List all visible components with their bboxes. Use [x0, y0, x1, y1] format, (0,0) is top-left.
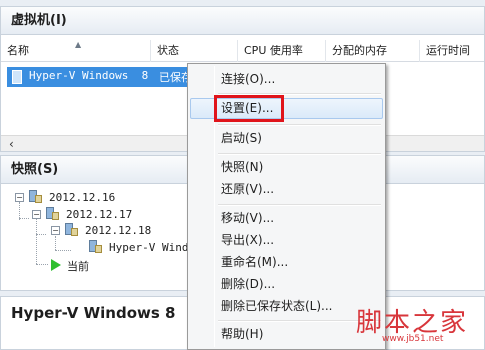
- virtual-machine-icon: [12, 70, 22, 84]
- tree-connector: [55, 236, 56, 250]
- menu-item-rename[interactable]: 重命名(M)...: [190, 252, 383, 273]
- vm-details-title: Hyper-V Windows 8: [11, 304, 176, 322]
- snapshot-icon: [65, 223, 79, 237]
- current-state-arrow-icon: [51, 259, 61, 271]
- column-header-state[interactable]: 状态: [151, 40, 238, 62]
- snapshot-icon: [89, 240, 103, 254]
- menu-item-connect[interactable]: 连接(O)...: [190, 69, 383, 90]
- column-header-cpu[interactable]: CPU 使用率: [238, 40, 326, 62]
- tree-connector: [36, 264, 48, 265]
- settings-highlight-outline: [214, 95, 284, 122]
- tree-connector: [19, 218, 29, 219]
- menu-item-revert[interactable]: 还原(V)...: [190, 179, 383, 200]
- column-header-uptime[interactable]: 运行时间: [420, 40, 484, 62]
- snapshot-icon: [46, 207, 60, 221]
- menu-separator: [218, 204, 381, 206]
- menu-item-help[interactable]: 帮助(H): [190, 324, 383, 345]
- collapse-icon[interactable]: −: [15, 193, 24, 202]
- virtual-machines-header: 虚拟机(I): [1, 7, 484, 35]
- snapshot-label: 当前: [67, 260, 89, 273]
- menu-separator: [218, 153, 381, 155]
- snapshot-tree: − 2012.12.16 − 2012.12.17 − 2012.12.18 H…: [15, 190, 215, 280]
- vm-column-header-row: 名称 ▲ 状态 CPU 使用率 分配的内存 运行时间: [1, 40, 484, 62]
- menu-separator: [218, 124, 381, 126]
- menu-item-delete-saved-state[interactable]: 删除已保存状态(L)...: [190, 296, 383, 317]
- tree-connector: [36, 234, 46, 235]
- site-watermark-url: www.jb51.net: [382, 334, 444, 344]
- menu-item-export[interactable]: 导出(X)...: [190, 230, 383, 251]
- snapshot-label: 2012.12.17: [66, 208, 133, 221]
- collapse-icon[interactable]: −: [51, 226, 60, 235]
- tree-connector: [36, 218, 37, 264]
- menu-item-snapshot[interactable]: 快照(N): [190, 157, 383, 178]
- sort-ascending-icon: ▲: [75, 40, 82, 49]
- collapse-icon[interactable]: −: [32, 210, 41, 219]
- menu-item-start[interactable]: 启动(S): [190, 128, 383, 149]
- snapshot-label: Hyper-V Windo: [109, 241, 196, 254]
- vm-name: Hyper-V Windows 8: [29, 69, 149, 82]
- column-header-memory[interactable]: 分配的内存: [326, 40, 420, 62]
- snapshot-label: 2012.12.16: [49, 191, 116, 204]
- menu-item-delete[interactable]: 删除(D)...: [190, 274, 383, 295]
- tree-connector: [55, 250, 71, 251]
- snapshot-icon: [29, 190, 43, 204]
- snapshot-label: 2012.12.18: [85, 224, 152, 237]
- menu-item-move[interactable]: 移动(V)...: [190, 208, 383, 229]
- scroll-left-arrow-icon[interactable]: ‹: [9, 137, 14, 151]
